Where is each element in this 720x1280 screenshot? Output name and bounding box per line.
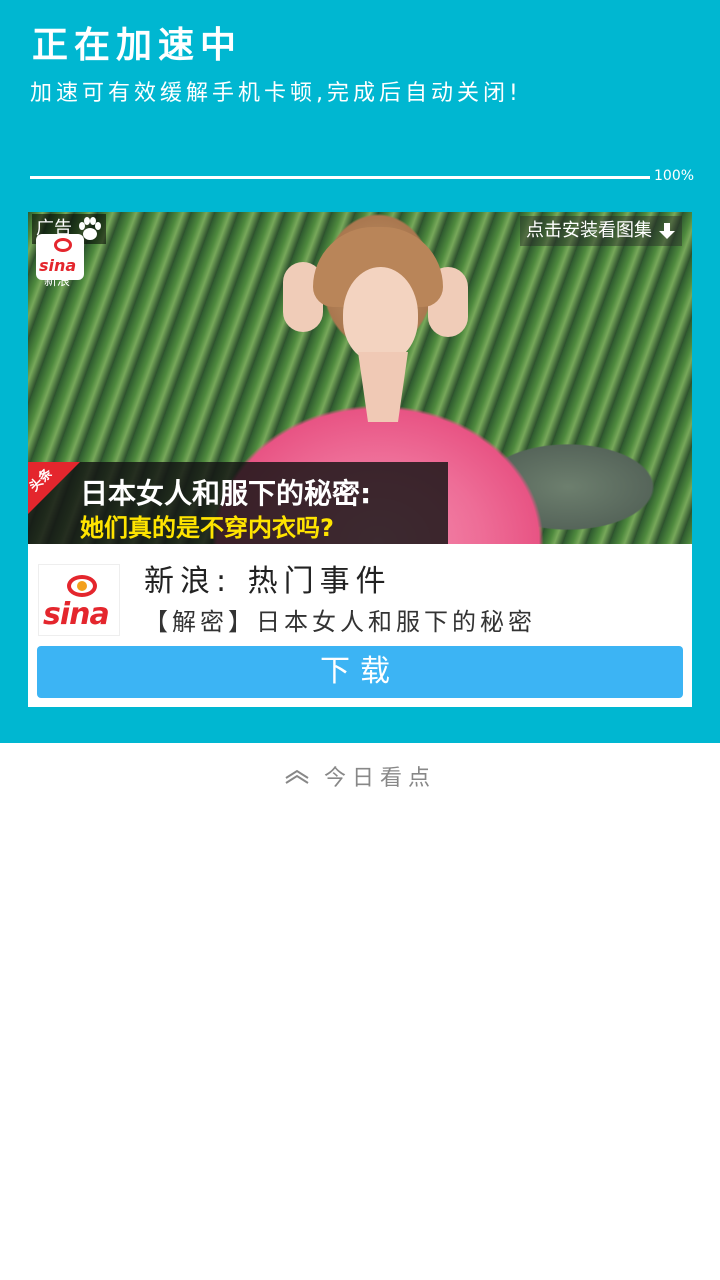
today-highlights-label: 今日看点 — [323, 766, 436, 791]
photo-neck — [358, 352, 408, 422]
headline-overlay: 日本女人和服下的秘密: 她们真的是不穿内衣吗? — [28, 462, 448, 544]
ad-app-name: 新浪: 热门事件 — [144, 564, 392, 599]
sina-logo: sina — [38, 564, 120, 636]
accelerate-panel: 正在加速中 加速可有效缓解手机卡顿,完成后自动关闭! 100% 广告 sina … — [0, 0, 720, 743]
sina-logo-pupil — [77, 581, 87, 591]
progress-label: 100% — [654, 168, 695, 184]
chevron-up-icon — [285, 769, 309, 784]
toutiao-tag-label: 头条 — [28, 465, 56, 495]
download-arrow-icon — [659, 223, 675, 239]
headline-line-1: 日本女人和服下的秘密: — [80, 477, 372, 510]
page-subtitle: 加速可有效缓解手机卡顿,完成后自动关闭! — [30, 81, 522, 106]
sina-eye-icon — [54, 238, 72, 252]
ad-description: 【解密】日本女人和服下的秘密 — [144, 608, 536, 636]
sina-logo-text: sina — [43, 597, 110, 632]
ad-card[interactable]: 广告 sina 新浪 点击安装看图集 日本女人和服下的秘密: 她们真的是不穿内衣… — [28, 212, 692, 707]
ad-image[interactable]: 广告 sina 新浪 点击安装看图集 日本女人和服下的秘密: 她们真的是不穿内衣… — [28, 212, 692, 544]
progress-bar — [30, 176, 650, 179]
install-label: 点击安装看图集 — [526, 220, 652, 241]
sina-mini-label: 新浪 — [44, 274, 71, 289]
progress-fill — [30, 176, 650, 179]
page-title: 正在加速中 — [32, 25, 243, 66]
install-gallery-link[interactable]: 点击安装看图集 — [520, 216, 682, 246]
today-highlights-toggle[interactable]: 今日看点 — [0, 756, 720, 796]
photo-face — [343, 267, 418, 362]
headline-line-2: 她们真的是不穿内衣吗? — [80, 514, 334, 542]
download-button[interactable]: 下载 — [37, 646, 683, 698]
